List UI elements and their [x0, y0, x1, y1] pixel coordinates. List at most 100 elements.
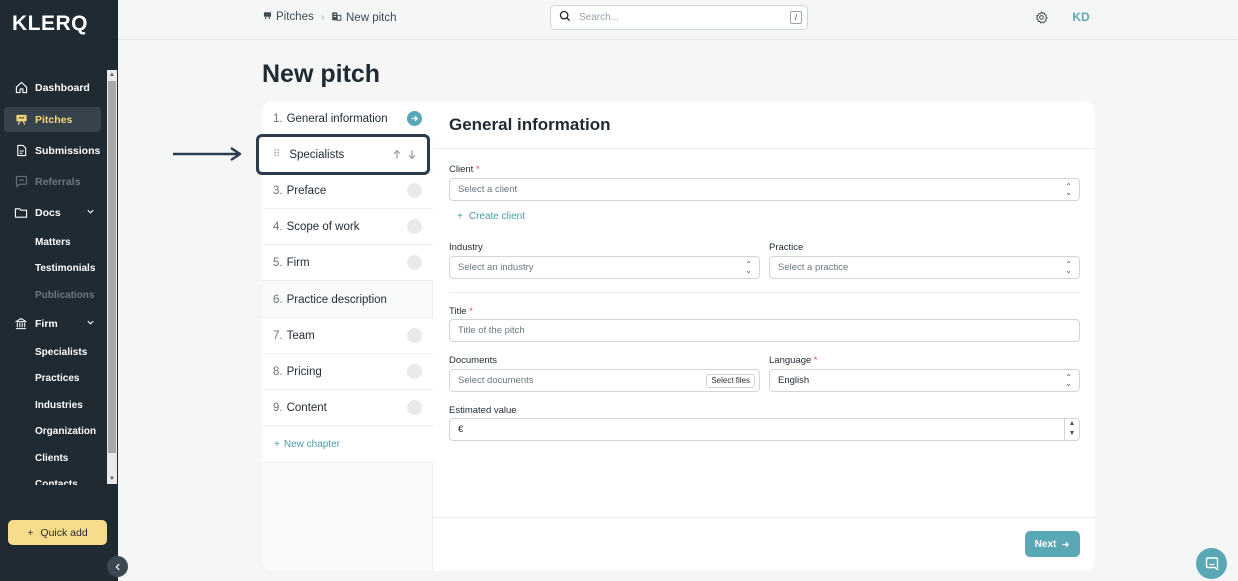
- chapter-item-preface[interactable]: 3. Preface: [262, 173, 433, 209]
- status-dot: [407, 183, 422, 198]
- currency-symbol: €: [458, 424, 464, 435]
- collapse-sidebar-button[interactable]: [107, 556, 128, 577]
- gear-icon: [1035, 10, 1048, 24]
- chevron-down-icon: [86, 318, 95, 330]
- folder-icon: [14, 206, 28, 220]
- breadcrumb-separator-icon: ›: [321, 12, 325, 23]
- sidebar-item-label: Submissions: [35, 144, 101, 157]
- plus-icon: +: [457, 211, 463, 222]
- chapter-item-general-information[interactable]: 1. General information: [262, 101, 433, 137]
- sidebar-subitem-clients[interactable]: Clients: [35, 453, 68, 464]
- sidebar-item-submissions[interactable]: Submissions: [4, 138, 101, 163]
- drag-handle-icon[interactable]: ⠿: [273, 149, 280, 160]
- practice-select[interactable]: Select a practice ⌃ ⌄: [769, 256, 1080, 279]
- app-logo[interactable]: KLERQ: [12, 12, 88, 36]
- chapter-item-specialists[interactable]: ⠿ Specialists: [256, 134, 430, 175]
- sidebar-item-pitches[interactable]: Pitches: [4, 107, 101, 132]
- annotation-arrow-icon: [172, 145, 244, 168]
- sidebar-item-label: Referrals: [35, 175, 81, 188]
- move-up-button[interactable]: [392, 149, 402, 163]
- quick-add-button[interactable]: + Quick add: [8, 520, 107, 545]
- decrement-arrow-icon[interactable]: ▼: [1065, 429, 1079, 439]
- language-select[interactable]: English ⌃ ⌄: [769, 369, 1080, 392]
- documents-label: Documents: [449, 355, 498, 366]
- arrow-right-icon: [1062, 541, 1070, 547]
- chapter-item-team[interactable]: 7. Team: [262, 318, 433, 354]
- move-down-button[interactable]: [407, 149, 417, 163]
- client-label: Client *: [449, 164, 480, 175]
- search-input[interactable]: [579, 12, 769, 23]
- breadcrumb-new-pitch: New pitch: [331, 11, 397, 24]
- sidebar-subitem-specialists[interactable]: Specialists: [35, 347, 87, 358]
- arrow-up-icon: [393, 149, 401, 159]
- top-bar: Pitches › New pitch / KD: [118, 0, 1238, 40]
- documents-input[interactable]: Select documents Select files: [449, 369, 760, 392]
- sidebar-item-firm[interactable]: Firm: [4, 311, 101, 336]
- building-icon: [331, 11, 342, 24]
- section-divider: [449, 292, 1080, 293]
- arrow-right-icon: [407, 111, 422, 126]
- chat-icon: [1205, 556, 1218, 570]
- status-dot: [407, 255, 422, 270]
- sidebar-subitem-industries[interactable]: Industries: [35, 400, 83, 411]
- number-stepper[interactable]: ▲ ▼: [1064, 419, 1079, 440]
- sidebar-item-label: Firm: [35, 317, 58, 330]
- sidebar-scroll-thumb[interactable]: [108, 81, 116, 453]
- estimated-value-input[interactable]: € ▲ ▼: [449, 418, 1080, 441]
- select-arrows-icon: ⌃ ⌄: [1065, 182, 1072, 197]
- pitch-icon: [14, 113, 28, 127]
- page-title: New pitch: [262, 60, 381, 88]
- chat-icon: [14, 175, 28, 189]
- sidebar-subitem-contacts[interactable]: Contacts: [35, 479, 78, 485]
- sidebar: KLERQ Dashboard Pitches Submissions Refe…: [0, 0, 128, 581]
- bank-icon: [14, 317, 28, 331]
- document-icon: [14, 144, 28, 158]
- chapter-item-scope-of-work[interactable]: 4. Scope of work: [262, 209, 433, 245]
- title-input[interactable]: Title of the pitch: [449, 319, 1080, 342]
- increment-arrow-icon[interactable]: ▲: [1065, 419, 1079, 429]
- breadcrumb-pitches[interactable]: Pitches: [263, 11, 314, 23]
- user-avatar[interactable]: KD: [1067, 5, 1095, 29]
- plus-icon: +: [274, 439, 280, 450]
- chevron-down-icon: [86, 207, 95, 219]
- industry-label: Industry: [449, 242, 483, 253]
- sidebar-item-referrals[interactable]: Referrals: [4, 169, 101, 194]
- sidebar-subitem-publications[interactable]: Publications: [35, 290, 94, 301]
- arrow-down-icon: [408, 150, 416, 160]
- status-dot: [407, 219, 422, 234]
- new-chapter-button[interactable]: + New chapter: [274, 439, 340, 450]
- sidebar-subitem-testimonials[interactable]: Testimonials: [35, 263, 95, 274]
- status-dot: [407, 400, 422, 415]
- chevron-left-icon: [115, 563, 120, 570]
- status-dot: [407, 364, 422, 379]
- support-chat-button[interactable]: [1196, 548, 1227, 579]
- pitch-icon: [263, 11, 272, 23]
- search-shortcut-key: /: [790, 11, 802, 24]
- sidebar-subitem-matters[interactable]: Matters: [35, 237, 71, 248]
- sidebar-item-dashboard[interactable]: Dashboard: [4, 75, 101, 100]
- client-select[interactable]: Select a client ⌃ ⌄: [449, 178, 1080, 201]
- chapter-item-practice-description[interactable]: 6. Practice description: [262, 282, 433, 318]
- sidebar-subitem-practices[interactable]: Practices: [35, 373, 79, 384]
- search-box: /: [550, 5, 808, 30]
- title-label: Title *: [449, 306, 473, 317]
- language-label: Language *: [769, 355, 818, 366]
- select-files-button[interactable]: Select files: [706, 374, 755, 388]
- chapter-item-content[interactable]: 9. Content: [262, 390, 433, 426]
- chapter-item-firm[interactable]: 5. Firm: [262, 245, 433, 281]
- next-button[interactable]: Next: [1025, 531, 1080, 557]
- sidebar-item-label: Pitches: [35, 113, 73, 126]
- create-client-button[interactable]: + Create client: [457, 211, 525, 222]
- industry-select[interactable]: Select an industry ⌃ ⌄: [449, 256, 760, 279]
- settings-button[interactable]: [1035, 10, 1048, 29]
- chapter-item-pricing[interactable]: 8. Pricing: [262, 354, 433, 390]
- sidebar-item-label: Docs: [35, 206, 61, 219]
- select-arrows-icon: ⌃ ⌄: [1065, 373, 1072, 388]
- footer-divider: [433, 517, 1095, 518]
- scroll-down-arrow-icon[interactable]: ▼: [108, 475, 116, 483]
- sidebar-item-docs[interactable]: Docs: [4, 200, 101, 225]
- scroll-up-arrow-icon[interactable]: ▲: [108, 71, 116, 79]
- search-icon: [559, 9, 571, 27]
- sidebar-subitem-organization[interactable]: Organization: [35, 426, 96, 437]
- form-title: General information: [449, 115, 611, 134]
